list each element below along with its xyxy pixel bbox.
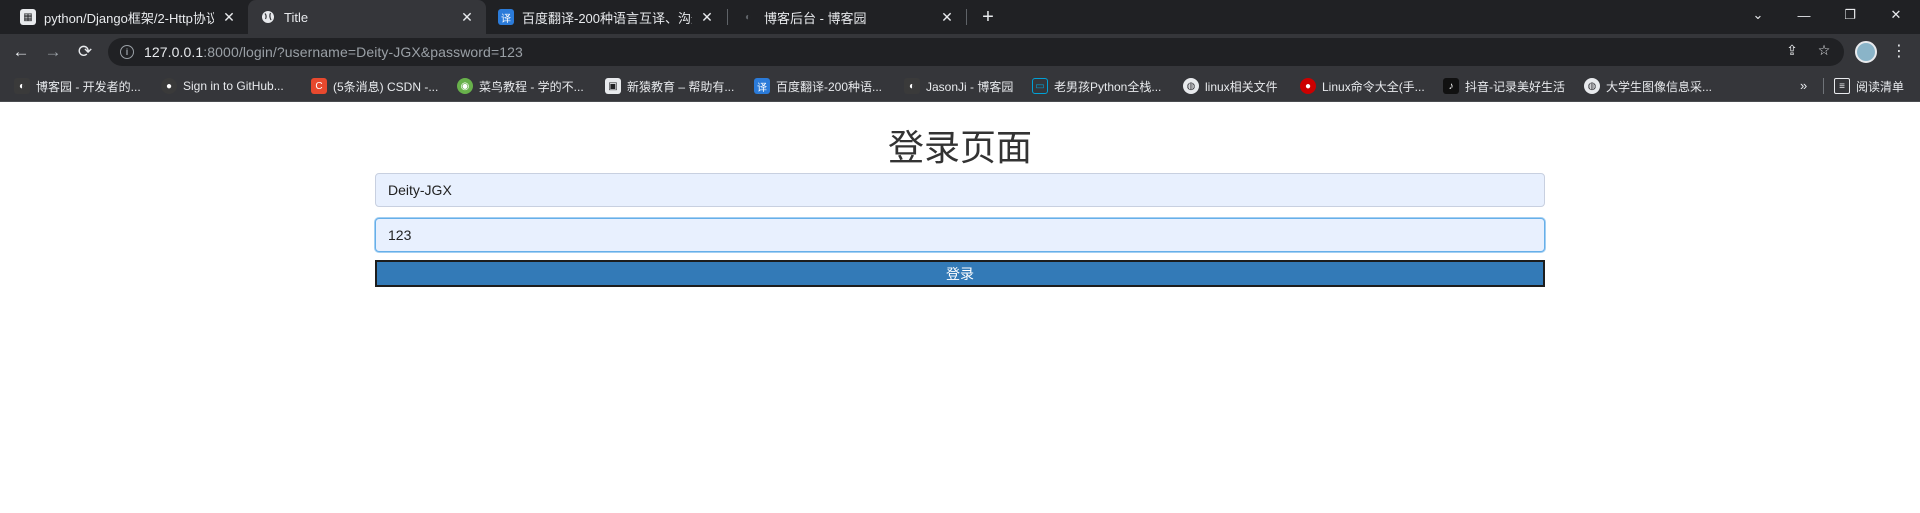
page-content: 登录页面 登录 bbox=[0, 103, 1920, 513]
password-field[interactable] bbox=[375, 218, 1545, 252]
tab-separator bbox=[966, 9, 967, 25]
address-bar[interactable]: i 127.0.0.1:8000/login/?username=Deity-J… bbox=[108, 38, 1844, 66]
globe-icon: ◍ bbox=[1584, 78, 1600, 94]
bookmark-item[interactable]: ● Sign in to GitHub... bbox=[161, 77, 284, 95]
bookmark-label: JasonJi - 博客园 bbox=[926, 79, 1014, 94]
bookmarks-bar: ◐ 博客园 - 开发者的... ● Sign in to GitHub... C… bbox=[0, 70, 1920, 102]
bookmark-item[interactable]: ◐ 博客园 - 开发者的... bbox=[14, 77, 141, 95]
translate-icon: 译 bbox=[498, 9, 514, 25]
username-field[interactable] bbox=[375, 173, 1545, 207]
cnblogs-icon: ◐ bbox=[740, 9, 756, 25]
bookmark-label: Sign in to GitHub... bbox=[183, 79, 284, 93]
reload-icon[interactable]: ⟳ bbox=[72, 39, 98, 65]
bookmark-item[interactable]: ▭ 老男孩Python全栈... bbox=[1032, 77, 1161, 95]
bookmark-label: 博客园 - 开发者的... bbox=[36, 79, 141, 94]
close-icon[interactable]: ✕ bbox=[938, 8, 956, 26]
bookmark-label: 大学生图像信息采... bbox=[1606, 79, 1713, 94]
reading-list-icon: ≡ bbox=[1834, 78, 1850, 94]
github-icon: ● bbox=[161, 78, 177, 94]
bookmark-item[interactable]: ◍ 大学生图像信息采... bbox=[1584, 77, 1712, 95]
globe-icon bbox=[260, 9, 276, 25]
bookmark-item[interactable]: ▣ 新猿教育 – 帮助有... bbox=[605, 77, 734, 95]
tab-title: Title bbox=[284, 9, 309, 25]
bilibili-icon: ▭ bbox=[1032, 78, 1048, 94]
tab-baidu-translate[interactable]: 译 百度翻译-200种语言互译、沟通 ✕ bbox=[486, 0, 726, 34]
bookmark-item[interactable]: ◍ linux相关文件 bbox=[1183, 77, 1278, 95]
bookmark-star-icon[interactable]: ☆ bbox=[1815, 41, 1833, 59]
bookmark-label: 老男孩Python全栈... bbox=[1054, 79, 1162, 94]
browser-toolbar: ← → ⟳ i 127.0.0.1:8000/login/?username=D… bbox=[0, 34, 1920, 70]
bookmark-label: 新猿教育 – 帮助有... bbox=[627, 79, 735, 94]
tab-title: 百度翻译-200种语言互译、沟通 bbox=[522, 10, 692, 26]
new-tab-button[interactable]: + bbox=[976, 5, 1000, 29]
close-icon[interactable]: ✕ bbox=[220, 8, 238, 26]
menu-kebab-icon[interactable]: ⋮ bbox=[1890, 40, 1908, 62]
bookmark-label: Linux命令大全(手... bbox=[1322, 79, 1425, 94]
bookmark-label: 抖音-记录美好生活 bbox=[1465, 79, 1565, 94]
url-host: 127.0.0.1 bbox=[144, 44, 204, 60]
page-title: 登录页面 bbox=[887, 127, 1032, 168]
bookmarks-divider bbox=[1823, 78, 1824, 94]
minimize-icon[interactable]: — bbox=[1781, 0, 1827, 30]
douyin-icon: ♪ bbox=[1443, 78, 1459, 94]
bookmark-item[interactable]: ◉ 菜鸟教程 - 学的不... bbox=[457, 77, 584, 95]
window-close-icon[interactable]: ✕ bbox=[1873, 0, 1919, 30]
tab-title: python/Django框架/2-Http协议 bbox=[44, 10, 214, 26]
site-info-icon[interactable]: i bbox=[120, 45, 134, 59]
reading-list-label: 阅读清单 bbox=[1856, 79, 1905, 94]
tab-search-chevron-icon[interactable]: ⌄ bbox=[1735, 0, 1781, 30]
globe-icon: ◍ bbox=[1183, 78, 1199, 94]
login-button[interactable]: 登录 bbox=[375, 260, 1545, 287]
tab-django-notes[interactable]: ▦ python/Django框架/2-Http协议 ✕ bbox=[8, 0, 248, 34]
url-path: :8000/login/?username=Deity-JGX&password… bbox=[203, 44, 523, 60]
bookmark-label: 百度翻译-200种语... bbox=[776, 79, 883, 94]
tab-strip: ▦ python/Django框架/2-Http协议 ✕ Title ✕ 译 百… bbox=[0, 0, 1920, 34]
xinyuan-icon: ▣ bbox=[605, 78, 621, 94]
blog-icon: ▦ bbox=[20, 9, 36, 25]
bookmark-item[interactable]: C (5条消息) CSDN -... bbox=[311, 77, 438, 95]
close-icon[interactable]: ✕ bbox=[458, 8, 476, 26]
bookmarks-overflow-button[interactable]: » bbox=[1800, 78, 1807, 93]
translate-icon: 译 bbox=[754, 78, 770, 94]
close-icon[interactable]: ✕ bbox=[698, 8, 716, 26]
bookmark-label: (5条消息) CSDN -... bbox=[333, 79, 439, 94]
tab-title: 博客后台 - 博客园 bbox=[764, 10, 867, 26]
back-arrow-icon[interactable]: ← bbox=[8, 39, 34, 65]
tab-cnblogs-admin[interactable]: ◐ 博客后台 - 博客园 ✕ bbox=[728, 0, 966, 34]
reading-list-button[interactable]: ≡ 阅读清单 bbox=[1834, 77, 1904, 95]
bookmark-label: linux相关文件 bbox=[1205, 79, 1278, 94]
bookmark-item[interactable]: ● Linux命令大全(手... bbox=[1300, 77, 1425, 95]
restore-icon[interactable]: ❐ bbox=[1827, 0, 1873, 30]
redhat-icon: ● bbox=[1300, 78, 1316, 94]
cnblogs-icon: ◐ bbox=[904, 78, 920, 94]
tab-title-active[interactable]: Title ✕ bbox=[248, 0, 486, 34]
profile-avatar[interactable] bbox=[1855, 41, 1877, 63]
url-text[interactable]: 127.0.0.1:8000/login/?username=Deity-JGX… bbox=[144, 44, 523, 60]
bookmark-item[interactable]: 译 百度翻译-200种语... bbox=[754, 77, 882, 95]
bookmark-label: 菜鸟教程 - 学的不... bbox=[479, 79, 584, 94]
bookmark-item[interactable]: ♪ 抖音-记录美好生活 bbox=[1443, 77, 1565, 95]
share-icon[interactable]: ⇪ bbox=[1783, 41, 1801, 59]
forward-arrow-icon[interactable]: → bbox=[40, 39, 66, 65]
csdn-icon: C bbox=[311, 78, 327, 94]
cnblogs-icon: ◐ bbox=[14, 78, 30, 94]
bookmark-item[interactable]: ◐ JasonJi - 博客园 bbox=[904, 77, 1013, 95]
runoob-icon: ◉ bbox=[457, 78, 473, 94]
